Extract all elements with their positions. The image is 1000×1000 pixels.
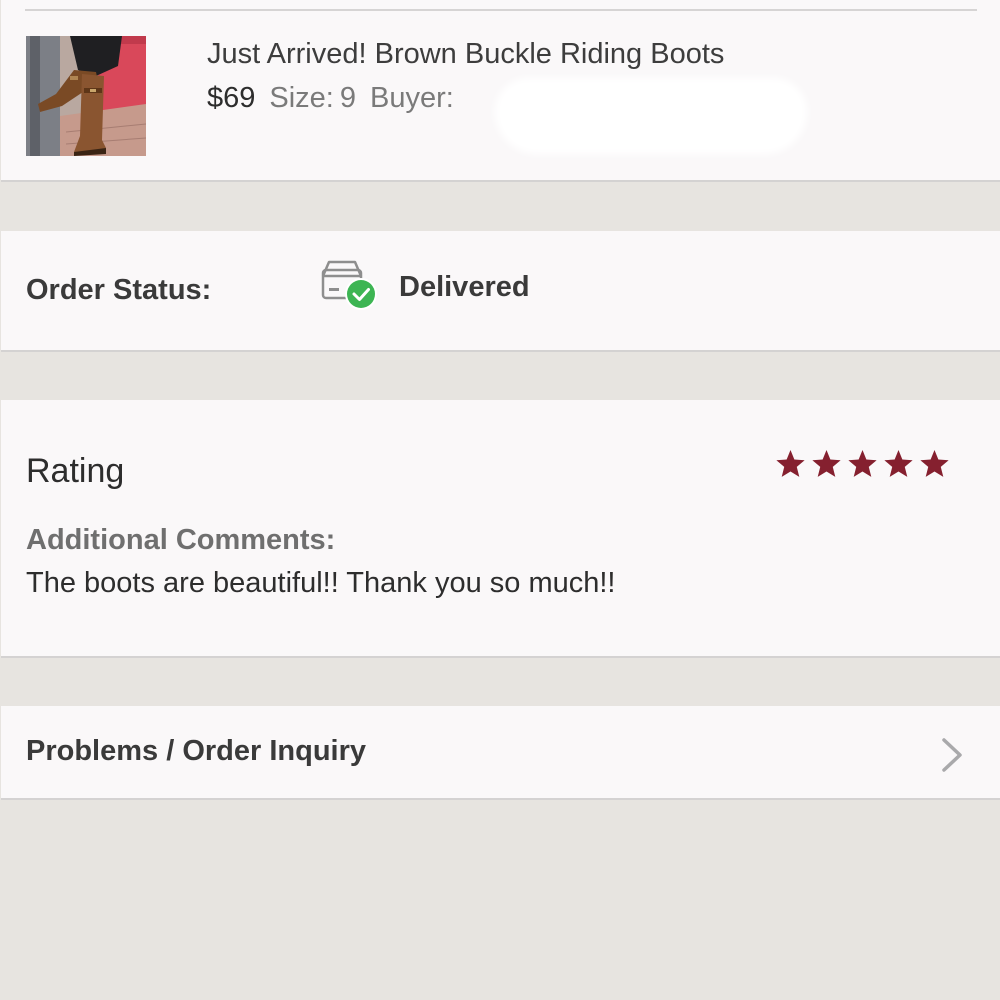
order-inquiry-label: Problems / Order Inquiry: [26, 735, 367, 767]
order-status-label: Order Status:: [26, 274, 212, 306]
order-status-value: Delivered: [399, 271, 530, 303]
star-icon: [812, 450, 841, 477]
star-icon: [776, 450, 805, 477]
additional-comments-label: Additional Comments:: [26, 524, 336, 556]
order-status-row: Order Status: Delivered: [1, 231, 1000, 352]
chevron-right-icon: [942, 738, 962, 772]
product-title[interactable]: Just Arrived! Brown Buckle Riding Boots: [207, 38, 724, 71]
rating-section: Rating Additional Comments: The boots ar…: [1, 400, 1000, 658]
star-icon: [920, 450, 949, 477]
rating-label: Rating: [26, 452, 125, 490]
additional-comments-text: The boots are beautiful!! Thank you so m…: [26, 567, 616, 599]
boots-photo: [26, 36, 146, 156]
product-price: $69: [207, 82, 256, 114]
product-meta: $69 Size: 9 Buyer:: [207, 82, 454, 115]
rating-stars: [774, 448, 951, 480]
star-icon: [884, 450, 913, 477]
buyer-label: Buyer:: [370, 82, 454, 114]
star-icon: [848, 450, 877, 477]
divider: [25, 9, 977, 11]
product-summary: Just Arrived! Brown Buckle Riding Boots …: [1, 0, 1000, 182]
delivered-box-check-icon: [321, 260, 377, 310]
order-inquiry-row[interactable]: Problems / Order Inquiry: [1, 706, 1000, 800]
product-thumbnail[interactable]: [26, 36, 146, 156]
size-value: 9: [339, 82, 357, 114]
buyer-name-redaction: [501, 84, 801, 148]
size-label: Size:: [269, 82, 334, 114]
